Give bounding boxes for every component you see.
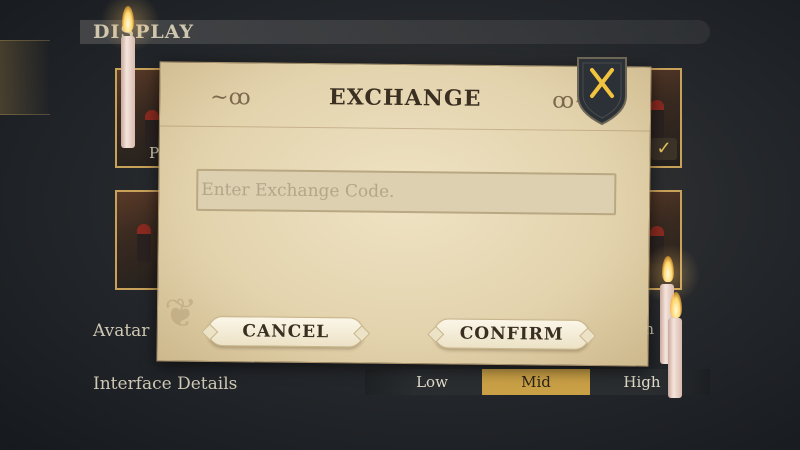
- close-icon[interactable]: [574, 56, 630, 126]
- exchange-code-input[interactable]: [196, 168, 617, 216]
- candle-flame-icon: [670, 292, 682, 318]
- candle-flame-icon: [122, 6, 134, 32]
- candle-right-2: [668, 318, 682, 398]
- confirm-button[interactable]: CONFIRM: [433, 318, 590, 350]
- candle-left: [121, 36, 135, 148]
- checkmark-icon: ✓: [651, 138, 677, 160]
- candle-flame-icon: [662, 256, 674, 282]
- side-nav-highlight: [0, 40, 50, 115]
- avatar-setting-label: Avatar: [93, 321, 150, 341]
- cancel-button[interactable]: CANCEL: [207, 315, 364, 348]
- corner-ornament-icon: ❦: [163, 290, 198, 337]
- interface-details-label: Interface Details: [93, 374, 238, 394]
- interface-option-low[interactable]: Low: [382, 369, 482, 395]
- interface-option-mid[interactable]: Mid: [482, 369, 590, 395]
